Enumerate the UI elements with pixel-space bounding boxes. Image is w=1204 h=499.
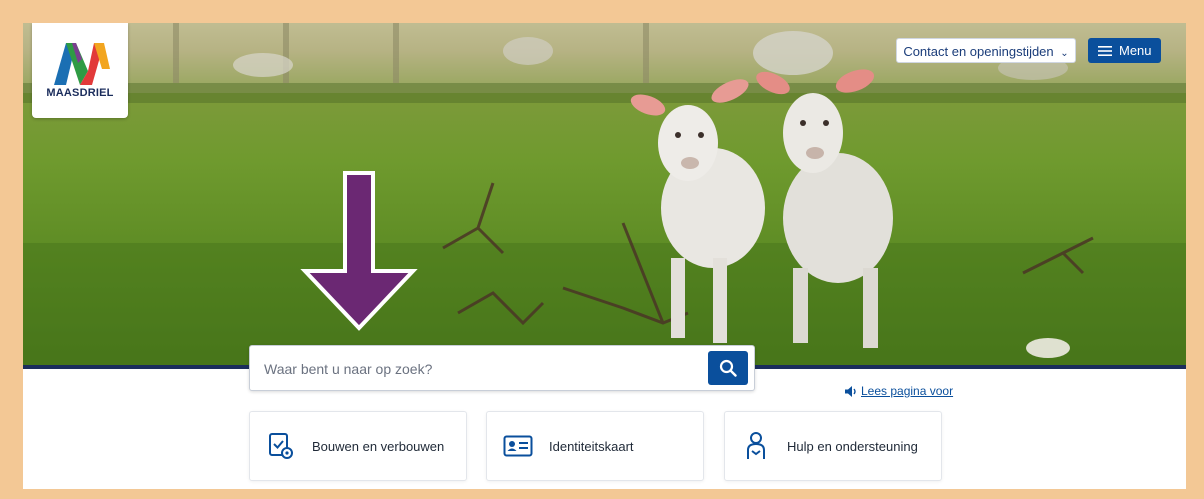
search-bar xyxy=(249,345,755,392)
search-button[interactable] xyxy=(708,351,748,385)
id-card-icon xyxy=(503,431,533,461)
menu-button[interactable]: Menu xyxy=(1088,38,1161,63)
contact-opening-hours-dropdown[interactable]: Contact en openingstijden ⌄ xyxy=(896,38,1076,63)
read-aloud-label: Lees pagina voor xyxy=(861,384,954,398)
page: MAASDRIEL Contact en openingstijden ⌄ Me… xyxy=(23,23,1186,489)
speaker-icon xyxy=(845,385,856,397)
hero-photo-lambs xyxy=(23,23,1186,368)
logo-wordmark: MAASDRIEL xyxy=(46,87,114,99)
card-bouwen-en-verbouwen[interactable]: Bouwen en verbouwen xyxy=(249,411,467,481)
menu-button-label: Menu xyxy=(1119,43,1152,58)
search-input[interactable] xyxy=(262,346,706,392)
hero-image xyxy=(23,23,1186,368)
contact-button-label: Contact en openingstijden xyxy=(903,44,1054,59)
card-label: Identiteitskaart xyxy=(549,438,634,454)
person-support-icon xyxy=(741,431,771,461)
municipality-logo[interactable]: MAASDRIEL xyxy=(32,23,128,118)
maasdriel-m-logo-icon xyxy=(54,43,110,85)
card-identiteitskaart[interactable]: Identiteitskaart xyxy=(486,411,704,481)
card-hulp-en-ondersteuning[interactable]: Hulp en ondersteuning xyxy=(724,411,942,481)
search-icon xyxy=(719,359,737,377)
hamburger-icon xyxy=(1098,45,1112,56)
card-label: Bouwen en verbouwen xyxy=(312,438,445,454)
building-permit-icon xyxy=(266,431,296,461)
card-label: Hulp en ondersteuning xyxy=(787,438,918,454)
read-aloud-link[interactable]: Lees pagina voor xyxy=(845,384,953,398)
chevron-down-icon: ⌄ xyxy=(1060,48,1069,59)
